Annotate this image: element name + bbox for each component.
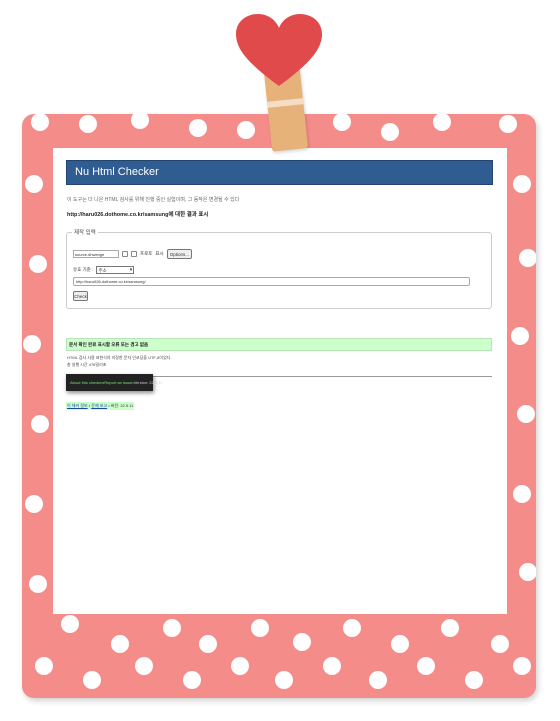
intro-text: 이 도구는 더 나은 HTML 검사를 위해 진행 중인 실험이며, 그 동작은…	[67, 197, 240, 203]
footer-report-link[interactable]: 문제 보고	[91, 403, 107, 408]
footer-tooltip: About this checker • Report an issue • V…	[66, 374, 162, 391]
success-message: 문서 확인 완료 표시할 오류 또는 경고 없음	[66, 338, 492, 351]
options-button[interactable]: Options...	[166, 249, 192, 259]
heart-icon	[236, 14, 322, 86]
showing-results-heading: http://haru026.dothome.co.kr/samsung에 대한…	[67, 212, 209, 218]
app-header: Nu Html Checker	[66, 160, 493, 185]
chevron-down-icon: ▾	[129, 267, 133, 273]
check-by-label: 유효 기준 :	[73, 267, 94, 272]
source-select[interactable]: source.dhwenge	[73, 250, 119, 258]
image-report-checkbox[interactable]	[131, 251, 137, 257]
footer-about-link[interactable]: 이 체커 정보	[67, 403, 88, 408]
check-by-value: 주소	[98, 268, 107, 273]
options-row: source.dhwenge 프로토 표시 Options...	[73, 249, 192, 259]
fieldset-legend: 제작 입력	[72, 228, 98, 236]
footer: 이 체커 정보 • 문제 보고 • 버전: 22.5.11	[66, 402, 135, 410]
show-label: 표시	[155, 251, 164, 256]
checker-input-fieldset: 제작 입력 source.dhwenge 프로토 표시 Options... 유…	[66, 228, 492, 309]
outline-checkbox[interactable]	[122, 251, 128, 257]
tooltip-report-link[interactable]: Report an issue	[104, 380, 132, 385]
tooltip-about-link[interactable]: About this checker	[70, 380, 103, 385]
out-label: 프로토	[140, 251, 153, 256]
check-by-row: 유효 기준 : 주소 ▾	[73, 266, 135, 274]
check-by-dropdown[interactable]: 주소 ▾	[96, 266, 135, 274]
encoding-note: HTML 검사 사용 표현식의 지정한 문자 인코딩을 UTF-8이었다.	[67, 355, 172, 360]
footer-version: 버전: 22.5.11	[110, 403, 134, 408]
url-input[interactable]: http://haru026.dothome.co.kr/samsung/	[73, 277, 470, 286]
tooltip-version: Version: 22.5.11	[133, 380, 163, 385]
app-title: Nu Html Checker	[75, 166, 159, 178]
check-button[interactable]: Check	[73, 291, 88, 301]
elapsed-time-note: 총 실행 시간 476밀리초	[67, 362, 107, 367]
